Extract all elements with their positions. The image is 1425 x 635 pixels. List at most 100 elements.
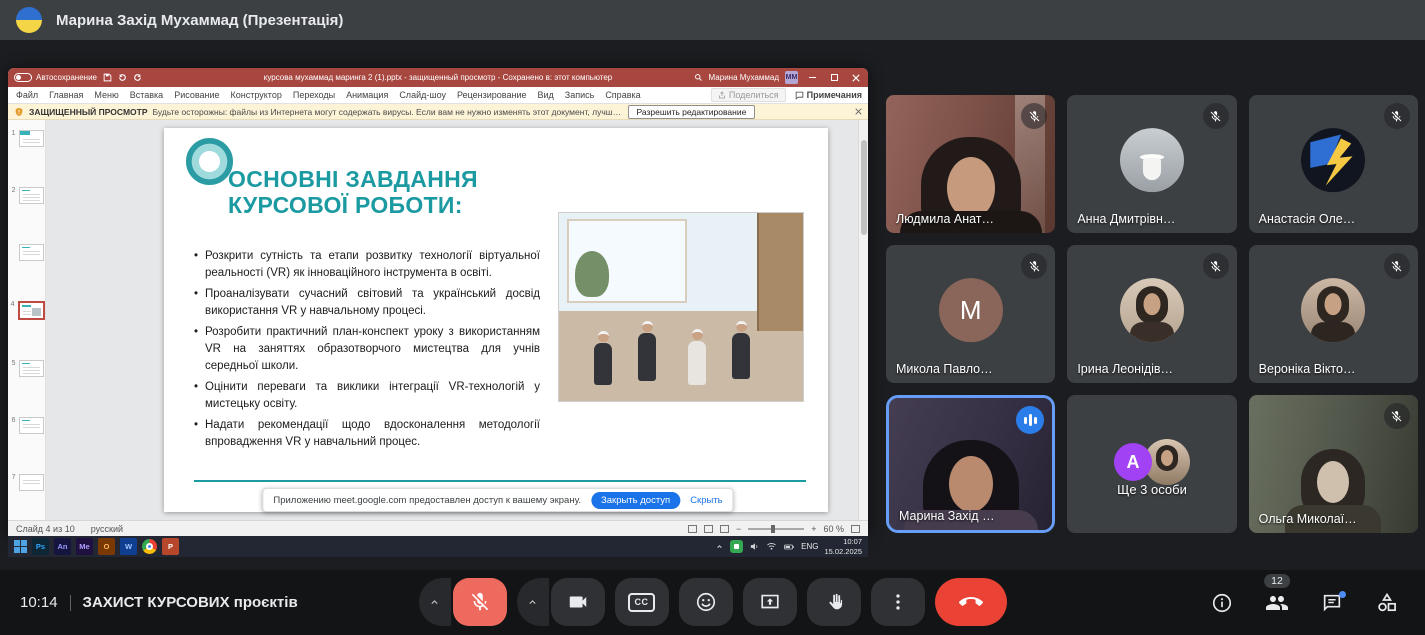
hide-banner-link[interactable]: Скрыть: [690, 495, 722, 506]
menu-tab-file[interactable]: Файл: [16, 90, 38, 100]
zoom-out-button[interactable]: −: [736, 524, 741, 534]
slide-thumbnail-1[interactable]: 1: [10, 130, 44, 147]
thumb-sketch: [22, 247, 30, 248]
participant-tile-maryna-speaking[interactable]: Марина Захід …: [886, 395, 1055, 533]
captions-button[interactable]: CC: [615, 578, 669, 626]
meet-camera-indicator[interactable]: [730, 540, 743, 553]
zoom-slider[interactable]: [748, 528, 804, 530]
reactions-button[interactable]: [679, 578, 733, 626]
menu-tab-insert[interactable]: Вставка: [130, 90, 163, 100]
menu-tab-help[interactable]: Справка: [605, 90, 640, 100]
more-options-button[interactable]: [871, 578, 925, 626]
menu-tab-review[interactable]: Рецензирование: [457, 90, 527, 100]
photo-figure: [731, 321, 751, 379]
raise-hand-button[interactable]: [807, 578, 861, 626]
meeting-panels: 12: [1211, 570, 1399, 635]
slide-thumbnail-6[interactable]: 6: [10, 417, 44, 434]
volume-icon[interactable]: [749, 541, 760, 552]
redo-icon[interactable]: [133, 73, 142, 82]
avatar-detail: [1161, 450, 1173, 466]
participant-tile-iryna[interactable]: Ірина Леонідів…: [1067, 245, 1236, 383]
camera-button[interactable]: [551, 578, 605, 626]
search-icon[interactable]: [694, 73, 703, 82]
taskbar-app-orange[interactable]: O: [98, 538, 115, 555]
close-button[interactable]: [848, 71, 864, 84]
taskbar-app-media-encoder[interactable]: Me: [76, 538, 93, 555]
stop-sharing-button[interactable]: Закрыть доступ: [591, 492, 680, 509]
present-button[interactable]: [743, 578, 797, 626]
autosave-toggle[interactable]: Автосохранение: [14, 73, 97, 82]
slideshow-view-icon[interactable]: [720, 525, 729, 533]
people-button[interactable]: [1265, 591, 1289, 615]
taskbar-app-animate[interactable]: An: [54, 538, 71, 555]
menu-tab-slideshow[interactable]: Слайд-шоу: [399, 90, 446, 100]
tray-clock[interactable]: 10:07 15.02.2025: [824, 537, 862, 557]
sorter-view-icon[interactable]: [688, 525, 697, 533]
comments-button[interactable]: Примечания: [795, 90, 862, 100]
participant-tile-olha[interactable]: Ольга Миколаї…: [1249, 395, 1418, 533]
slide-thumbnail-5[interactable]: 5: [10, 360, 44, 377]
slide-thumbnail-7[interactable]: 7: [10, 474, 44, 491]
participant-name: Ольга Миколаї…: [1259, 512, 1357, 526]
menu-tab-view[interactable]: Вид: [537, 90, 553, 100]
taskbar-app-photoshop[interactable]: Ps: [32, 538, 49, 555]
activities-icon: [1375, 591, 1399, 615]
meeting-info: 10:14 ЗАХИСТ КУРСОВИХ проєктів: [20, 570, 298, 635]
participant-name: Вероніка Вікто…: [1259, 362, 1356, 376]
participant-tile-liudmyla[interactable]: Людмила Анат…: [886, 95, 1055, 233]
menu-tab-draw[interactable]: Рисование: [174, 90, 219, 100]
keyboard-language[interactable]: ENG: [801, 542, 818, 551]
participant-tile-anastasiia[interactable]: Анастасія Оле…: [1249, 95, 1418, 233]
enable-editing-button[interactable]: Разрешить редактирование: [628, 105, 756, 119]
tray-chevron-icon[interactable]: [715, 542, 724, 551]
activities-button[interactable]: [1375, 591, 1399, 615]
menu-tab-design[interactable]: Конструктор: [231, 90, 282, 100]
taskbar-app-word[interactable]: W: [120, 538, 137, 555]
mic-options-chevron[interactable]: [419, 578, 451, 626]
protected-view-banner: ЗАЩИЩЕННЫЙ ПРОСМОТР Будьте осторожны: фа…: [8, 104, 868, 120]
maximize-button[interactable]: [826, 71, 842, 84]
participant-tile-veronika[interactable]: Вероніка Вікто…: [1249, 245, 1418, 383]
avatar: [1301, 128, 1365, 192]
reading-view-icon[interactable]: [704, 525, 713, 533]
share-document-button[interactable]: Поделиться: [711, 88, 786, 102]
network-icon[interactable]: [766, 541, 777, 552]
menu-tab-record[interactable]: Запись: [565, 90, 595, 100]
slide-thumbnail-2[interactable]: 2: [10, 187, 44, 204]
banner-close-icon[interactable]: [855, 108, 862, 115]
undo-icon[interactable]: [118, 73, 127, 82]
minimize-button[interactable]: [804, 71, 820, 84]
scrollbar-thumb[interactable]: [861, 140, 867, 235]
captions-icon: CC: [628, 593, 655, 612]
chrome-icon[interactable]: [142, 539, 157, 554]
menu-tab-menu[interactable]: Меню: [94, 90, 118, 100]
slide-thumbnail-4-active[interactable]: 4: [9, 301, 45, 320]
shared-screen-powerpoint[interactable]: Автосохранение курсова мухаммад маринга …: [8, 68, 868, 536]
taskbar-app-powerpoint[interactable]: P: [162, 538, 179, 555]
end-call-button[interactable]: [935, 578, 1007, 626]
autosave-label: Автосохранение: [36, 73, 97, 82]
participant-tile-anna[interactable]: Анна Дмитрівн…: [1067, 95, 1236, 233]
proofing-language[interactable]: русский: [91, 524, 123, 534]
zoom-in-button[interactable]: +: [811, 524, 816, 534]
participant-tile-others-group[interactable]: А Ще 3 особи: [1067, 395, 1236, 533]
mic-mute-button[interactable]: [453, 578, 507, 626]
menu-tab-home[interactable]: Главная: [49, 90, 83, 100]
camera-options-chevron[interactable]: [517, 578, 549, 626]
menu-tab-animations[interactable]: Анимация: [346, 90, 388, 100]
zoom-slider-knob[interactable]: [771, 525, 775, 533]
save-icon[interactable]: [103, 73, 112, 82]
battery-icon[interactable]: [783, 541, 795, 553]
ppt-menu-bar: Файл Главная Меню Вставка Рисование Конс…: [8, 87, 868, 104]
raise-hand-icon: [823, 591, 845, 613]
mic-off-icon: [1203, 253, 1229, 279]
slide-thumbnail-3[interactable]: [10, 244, 44, 261]
menu-tab-transitions[interactable]: Переходы: [293, 90, 335, 100]
meeting-details-button[interactable]: [1211, 592, 1233, 614]
participant-tile-mykola[interactable]: М Микола Павло…: [886, 245, 1055, 383]
start-button[interactable]: [14, 540, 27, 553]
zoom-percent[interactable]: 60 %: [823, 524, 844, 534]
vertical-scrollbar[interactable]: [858, 120, 868, 520]
fit-slide-icon[interactable]: [851, 525, 860, 533]
thumb-sketch: [23, 251, 40, 252]
